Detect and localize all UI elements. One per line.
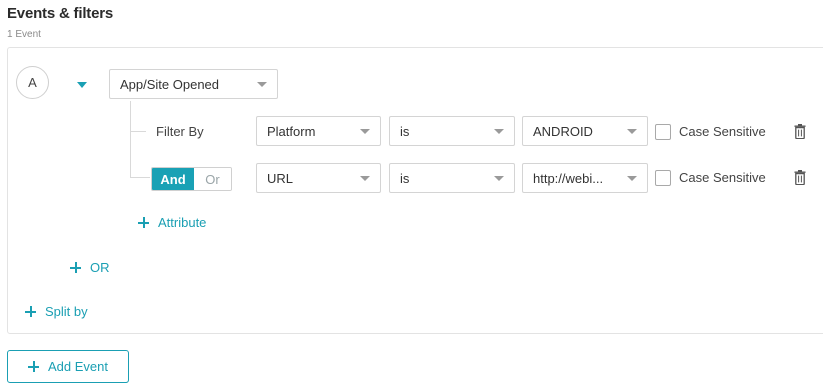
add-attribute-button[interactable]: Attribute [138,215,206,230]
filter-property-value: Platform [267,123,316,139]
or-toggle-button[interactable]: Or [194,168,231,190]
chevron-down-icon [360,175,370,181]
event-count: 1 Event [7,29,41,40]
filter-property-select[interactable]: URL [256,163,381,193]
filter-operator-value: is [400,123,410,139]
filter-property-value: URL [267,170,294,186]
and-toggle-button[interactable]: And [152,168,194,190]
chevron-down-icon [627,128,637,134]
add-event-button[interactable]: Add Event [7,350,129,383]
case-sensitive-checkbox[interactable] [655,124,671,140]
filter-by-label: Filter By [156,124,204,139]
chevron-down-icon [627,175,637,181]
trash-icon[interactable] [794,124,806,139]
case-sensitive-label: Case Sensitive [679,170,766,185]
filter-value: http://webi... [533,170,604,186]
case-sensitive-checkbox[interactable] [655,170,671,186]
filter-value-select[interactable]: ANDROID [522,116,648,146]
page-title: Events & filters [7,5,114,22]
filter-property-select[interactable]: Platform [256,116,381,146]
plus-icon [25,306,36,317]
filter-value: ANDROID [533,123,593,139]
filter-operator-value: is [400,170,410,186]
plus-icon [138,217,149,228]
chevron-down-icon [494,128,504,134]
trash-icon[interactable] [794,170,806,185]
add-or-button[interactable]: OR [70,260,110,275]
chevron-down-icon [360,128,370,134]
filter-value-select[interactable]: http://webi... [522,163,648,193]
case-sensitive-label: Case Sensitive [679,124,766,139]
split-by-button[interactable]: Split by [25,304,88,319]
chevron-down-icon [494,175,504,181]
and-or-toggle: And Or [151,167,232,191]
chevron-down-icon [257,81,267,87]
filter-operator-select[interactable]: is [389,116,515,146]
split-by-label: Split by [45,304,88,319]
event-select[interactable]: App/Site Opened [109,69,278,99]
tree-connector [130,131,146,132]
tree-connector [130,177,150,178]
plus-icon [28,361,39,372]
event-select-value: App/Site Opened [120,76,220,92]
add-event-label: Add Event [48,359,108,374]
add-attribute-label: Attribute [158,215,207,230]
collapse-caret-icon[interactable] [77,82,87,88]
tree-connector [130,101,131,177]
plus-icon [70,262,81,273]
event-badge: A [16,66,49,99]
add-or-label: OR [90,260,110,275]
filter-operator-select[interactable]: is [389,163,515,193]
